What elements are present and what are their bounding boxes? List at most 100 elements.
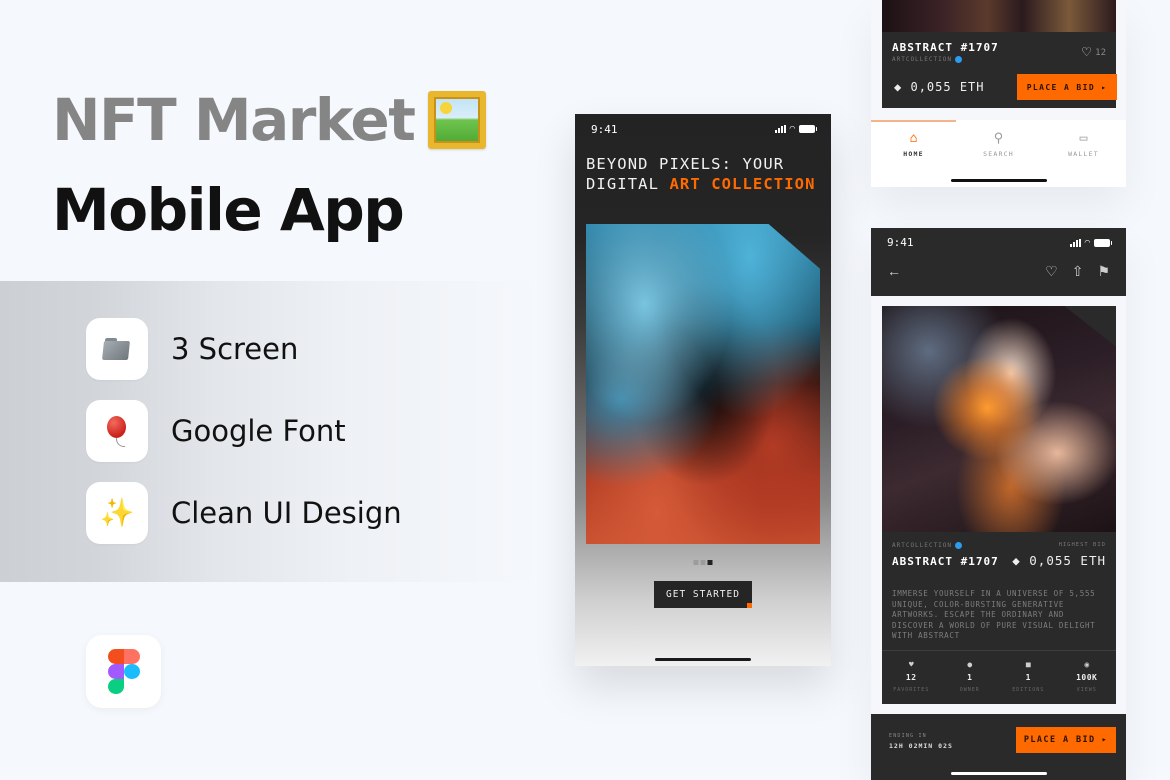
- bid-footer: ENDING IN 12H 02MIN 02S PLACE A BID ▸: [871, 714, 1126, 780]
- detail-screen: 9:41 ◠ ← ♡ ⇧ ⚑ ARTCOLLECTION ABSTRACT #1…: [871, 228, 1126, 780]
- nft-card[interactable]: ABSTRACT #1707 ARTCOLLECTION ♡ 12 ◆ 0,05…: [882, 0, 1117, 108]
- figma-logo-icon: [108, 649, 140, 696]
- countdown-timer: 12H 02MIN 02S: [889, 742, 953, 750]
- figma-badge: [86, 635, 161, 708]
- highest-bid-label: HIGHEST BID: [1058, 542, 1106, 548]
- verified-icon: [954, 56, 962, 63]
- collection-label: ARTCOLLECTION: [892, 542, 952, 549]
- get-started-button[interactable]: GET STARTED: [654, 581, 752, 608]
- status-time: 9:41: [887, 236, 914, 249]
- folder-icon: [103, 338, 131, 360]
- person-icon: ●: [967, 660, 973, 669]
- ethereum-icon: ◆: [894, 80, 903, 94]
- feature-tile: ✨: [86, 482, 148, 544]
- feature-item: 3 Screen: [86, 318, 298, 380]
- caret-right-icon: ▸: [1101, 735, 1109, 745]
- home-screen: ABSTRACT #1707 ARTCOLLECTION ♡ 12 ◆ 0,05…: [871, 0, 1126, 187]
- feature-label: Google Font: [171, 414, 346, 448]
- framed-picture-icon: [428, 91, 487, 149]
- wallet-icon: ▭: [1079, 131, 1088, 146]
- stat-value: 1: [1025, 673, 1031, 682]
- tab-label: SEARCH: [983, 150, 1014, 158]
- home-indicator: [655, 658, 751, 661]
- tab-label: HOME: [903, 150, 924, 158]
- nft-title: ABSTRACT #1707: [892, 555, 999, 568]
- balloon-icon: [106, 416, 128, 447]
- signal-icon: [774, 125, 786, 133]
- back-arrow-icon[interactable]: ←: [887, 264, 901, 278]
- stat-owner: ● 1 OWNER: [941, 651, 1000, 704]
- stat-label: FAVORITES: [893, 687, 930, 693]
- status-time: 9:41: [591, 122, 618, 136]
- collection-label: ARTCOLLECTION: [892, 56, 952, 63]
- stat-editions: ■ 1 EDITIONS: [999, 651, 1058, 704]
- feature-item: ✨ Clean UI Design: [86, 482, 402, 544]
- feature-tile: [86, 318, 148, 380]
- place-bid-button[interactable]: PLACE A BID ▸: [1017, 74, 1117, 100]
- battery-icon: [799, 125, 817, 133]
- heart-icon: ♥: [908, 660, 914, 669]
- like-button[interactable]: ♡ 12: [1082, 45, 1106, 60]
- ethereum-icon: ◆: [1012, 553, 1021, 568]
- status-bar: 9:41 ◠: [871, 228, 1126, 256]
- carousel-indicator: [693, 560, 713, 565]
- ending-label: ENDING IN: [889, 733, 927, 739]
- home-indicator: [951, 179, 1047, 182]
- nft-title: ABSTRACT #1707: [892, 41, 999, 54]
- promo-title-line1: NFT Market: [52, 86, 487, 154]
- onboarding-screen: 9:41 ◠ BEYOND PIXELS: YOUR DIGITAL ART C…: [575, 114, 831, 666]
- heart-icon: ♡: [1082, 43, 1092, 61]
- artwork-image: [882, 306, 1116, 532]
- stat-value: 100K: [1076, 673, 1098, 682]
- status-bar: 9:41 ◠: [575, 114, 831, 142]
- bottom-tab-bar: ⌂ HOME ⚲ SEARCH ▭ WALLET: [871, 120, 1126, 187]
- carousel-dot[interactable]: [693, 560, 699, 565]
- artwork-image: [586, 224, 820, 544]
- tab-search[interactable]: ⚲ SEARCH: [956, 131, 1041, 159]
- get-started-label: GET STARTED: [666, 589, 740, 600]
- stat-favorites: ♥ 12 FAVORITES: [882, 651, 941, 704]
- stat-views: ◉ 100K VIEWS: [1058, 651, 1117, 704]
- battery-icon: [1094, 238, 1112, 247]
- collection-name: ARTCOLLECTION: [892, 542, 962, 549]
- artwork-image: [882, 0, 1116, 32]
- headline-accent: ART COLLECTION: [669, 175, 816, 193]
- stats-row: ♥ 12 FAVORITES ● 1 OWNER ■ 1 EDITIONS ◉ …: [882, 650, 1116, 704]
- home-indicator: [951, 772, 1047, 775]
- eye-icon: ◉: [1084, 660, 1090, 669]
- place-bid-button[interactable]: PLACE A BID ▸: [1016, 727, 1116, 753]
- wifi-icon: ◠: [789, 124, 795, 134]
- bid-label: PLACE A BID: [1023, 735, 1096, 745]
- sparkles-icon: ✨: [99, 497, 135, 528]
- favorite-heart-icon[interactable]: ♡: [1045, 264, 1058, 278]
- stat-value: 1: [967, 673, 973, 682]
- caret-right-icon: ▸: [1101, 82, 1108, 92]
- nft-price: ◆ 0,055 ETH: [1012, 553, 1106, 568]
- price-value: 0,055 ETH: [910, 80, 985, 94]
- nft-detail-card: ARTCOLLECTION ABSTRACT #1707 HIGHEST BID…: [882, 306, 1116, 704]
- stat-label: EDITIONS: [1012, 687, 1045, 693]
- accent-corner: [747, 603, 752, 608]
- report-flag-icon[interactable]: ⚑: [1097, 264, 1110, 278]
- carousel-dot-active[interactable]: [707, 560, 713, 565]
- active-tab-indicator: [871, 120, 956, 122]
- collection-name: ARTCOLLECTION: [892, 56, 962, 63]
- nft-description: IMMERSE YOURSELF IN A UNIVERSE OF 5,555 …: [892, 589, 1096, 640]
- carousel-dot[interactable]: [700, 560, 706, 565]
- price-value: 0,055 ETH: [1029, 553, 1106, 568]
- share-icon[interactable]: ⇧: [1072, 264, 1084, 278]
- tab-home[interactable]: ⌂ HOME: [871, 132, 956, 159]
- feature-label: Clean UI Design: [171, 496, 402, 530]
- nft-price: ◆ 0,055 ETH: [894, 80, 985, 94]
- feature-label: 3 Screen: [171, 332, 299, 366]
- stat-value: 12: [905, 673, 917, 682]
- like-count: 12: [1095, 47, 1106, 58]
- image-icon: ■: [1025, 660, 1031, 669]
- title-text: NFT Market: [52, 86, 416, 154]
- onboarding-headline: BEYOND PIXELS: YOUR DIGITAL ART COLLECTI…: [586, 154, 831, 194]
- tab-wallet[interactable]: ▭ WALLET: [1041, 131, 1126, 159]
- bid-label: PLACE A BID: [1026, 82, 1096, 92]
- tab-label: WALLET: [1068, 150, 1099, 158]
- stat-label: VIEWS: [1076, 687, 1097, 693]
- search-icon: ⚲: [993, 131, 1004, 146]
